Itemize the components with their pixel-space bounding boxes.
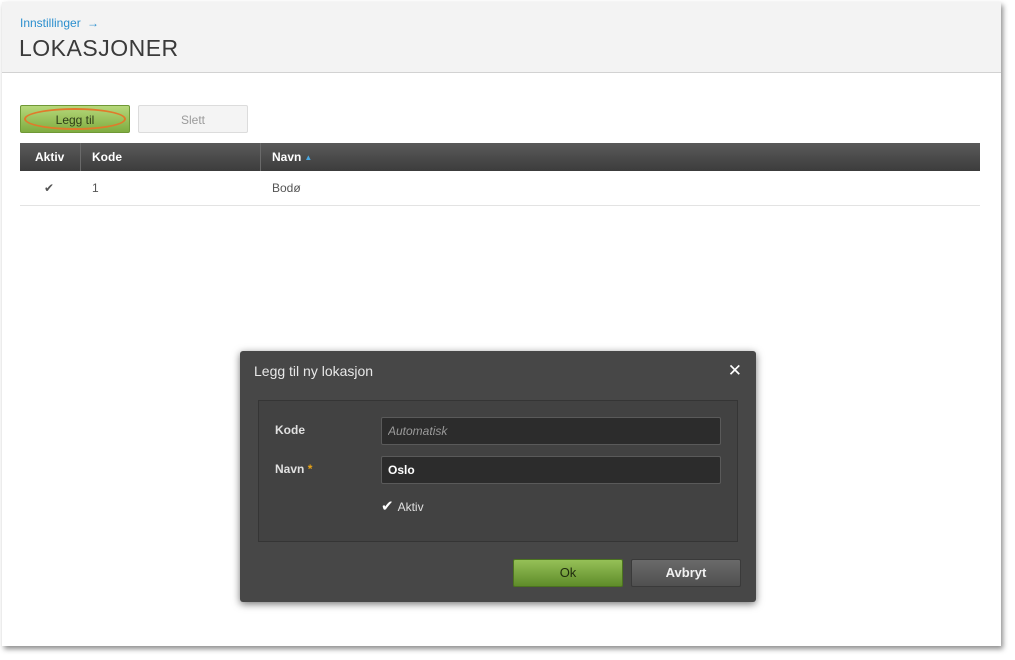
table-header: Aktiv Kode Navn ▲ [20,143,980,171]
column-divider [80,143,81,171]
page-header: Innstillinger → LOKASJONER [2,2,1001,73]
dialog-title: Legg til ny lokasjon [254,363,374,379]
table-row[interactable]: ✔ 1 Bodø [20,171,980,206]
aktiv-checkbox[interactable]: ✔ [44,171,54,205]
breadcrumb-link[interactable]: Innstillinger [20,16,81,30]
delete-button[interactable]: Slett [138,105,248,133]
navn-label-text: Navn [275,462,305,476]
checkmark-icon[interactable]: ✔ [381,498,394,515]
navn-link[interactable]: Bodø [272,171,301,205]
breadcrumb[interactable]: Innstillinger → [20,16,99,30]
column-header-kode[interactable]: Kode [92,143,122,171]
column-divider [260,143,261,171]
page-title: LOKASJONER [19,35,179,61]
column-header-navn[interactable]: Navn ▲ [272,143,312,171]
required-marker: * [307,462,313,476]
add-location-dialog: Legg til ny lokasjon ✕ Kode Navn * ✔Akti… [240,351,756,602]
column-header-navn-label: Navn [272,150,302,164]
kode-input[interactable] [381,417,721,445]
delete-button-label: Slett [180,113,205,127]
column-header-aktiv[interactable]: Aktiv [35,143,64,171]
navn-input[interactable] [381,456,721,484]
sort-ascending-icon: ▲ [304,153,313,162]
cancel-button[interactable]: Avbryt [631,559,741,587]
close-icon[interactable]: ✕ [728,361,742,381]
aktiv-checkbox-field[interactable]: ✔ Aktiv [381,497,424,515]
dialog-form: Kode Navn * ✔Aktiv [258,400,738,542]
breadcrumb-arrow-icon: → [87,16,100,30]
navn-label: Navn * [275,462,312,476]
add-button[interactable]: Legg til [20,105,130,133]
kode-cell: 1 [92,181,99,195]
ok-button[interactable]: Ok [513,559,623,587]
kode-label: Kode [275,423,305,437]
add-button-label: Legg til [55,113,95,127]
aktiv-checkbox-label: Aktiv [397,500,424,514]
